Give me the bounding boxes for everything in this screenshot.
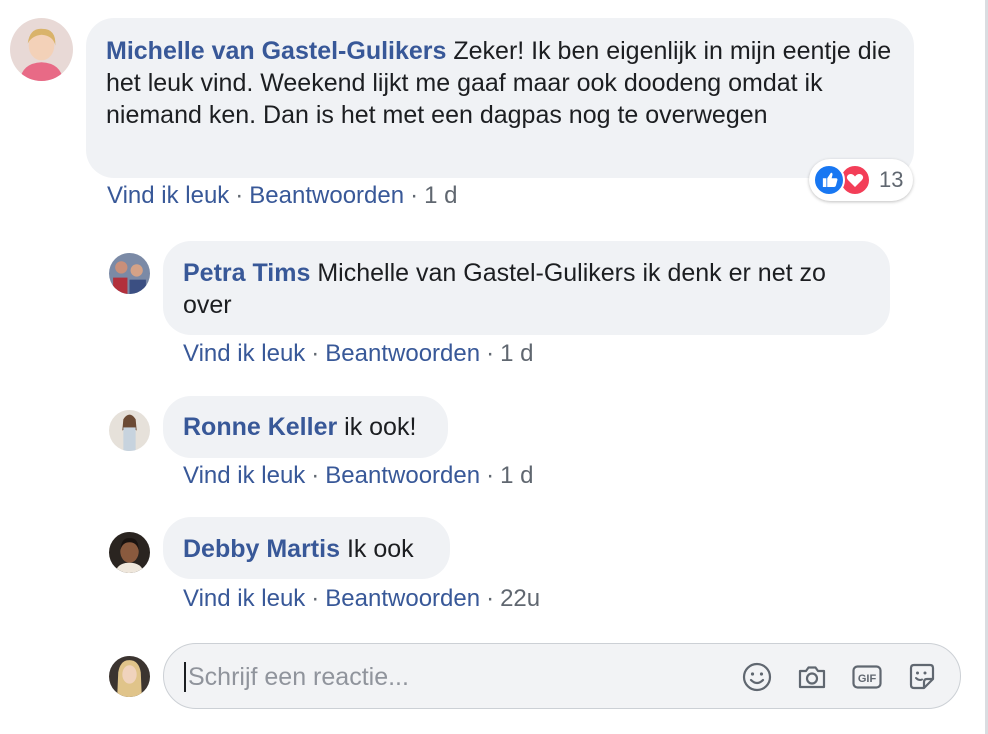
reply-actions: Vind ik leuk · Beantwoorden · 22u [183, 584, 540, 614]
avatar-image [10, 18, 73, 81]
avatar-michelle[interactable] [10, 18, 73, 81]
comment-input[interactable] [186, 654, 730, 700]
comment-timestamp[interactable]: 1 d [424, 182, 457, 209]
avatar-petra[interactable] [109, 253, 150, 294]
camera-icon[interactable] [795, 660, 829, 694]
reply-link[interactable]: Beantwoorden [249, 182, 404, 209]
avatar-image [109, 410, 150, 451]
svg-text:GIF: GIF [858, 673, 877, 685]
avatar-image [109, 532, 150, 573]
reply-link[interactable]: Beantwoorden [325, 340, 480, 367]
like-link[interactable]: Vind ik leuk [183, 585, 305, 612]
separator-dot: · [486, 340, 495, 367]
reply-author[interactable]: Debby Martis [183, 535, 340, 563]
reply-text: ik ook! [344, 413, 417, 441]
reply-actions: Vind ik leuk · Beantwoorden · 1 d [183, 461, 533, 491]
reply-timestamp[interactable]: 1 d [500, 340, 533, 367]
separator-dot: · [311, 585, 320, 612]
separator-dot: · [486, 585, 495, 612]
reply-link[interactable]: Beantwoorden [325, 585, 480, 612]
reply-text: Ik ook [346, 535, 414, 563]
reply-author[interactable]: Ronne Keller [183, 413, 337, 441]
gif-icon[interactable]: GIF [850, 660, 884, 694]
reply-bubble: Debby Martis Ik ook [163, 517, 450, 579]
emoji-icon[interactable] [740, 660, 774, 694]
current-user-avatar[interactable] [109, 656, 150, 697]
comment-composer[interactable]: GIF [163, 643, 961, 709]
avatar-debby[interactable] [109, 532, 150, 573]
separator-dot: · [410, 182, 419, 209]
reply-bubble: Petra Tims Michelle van Gastel-Gulikers … [163, 241, 890, 335]
comment-actions: Vind ik leuk · Beantwoorden · 1 d [107, 181, 457, 211]
avatar-image [109, 253, 150, 294]
comment-bubble: Michelle van Gastel-Gulikers Zeker! Ik b… [86, 18, 914, 178]
reply-bubble: Ronne Keller ik ook! [163, 396, 448, 458]
reply-link[interactable]: Beantwoorden [325, 462, 480, 489]
comment-author[interactable]: Michelle van Gastel-Gulikers [106, 37, 446, 65]
like-link[interactable]: Vind ik leuk [183, 340, 305, 367]
like-link[interactable]: Vind ik leuk [107, 182, 229, 209]
avatar-ronne[interactable] [109, 410, 150, 451]
reaction-summary[interactable]: 13 [809, 159, 913, 201]
separator-dot: · [486, 462, 495, 489]
separator-dot: · [235, 182, 244, 209]
separator-dot: · [311, 462, 320, 489]
separator-dot: · [311, 340, 320, 367]
reply-timestamp[interactable]: 1 d [500, 462, 533, 489]
like-link[interactable]: Vind ik leuk [183, 462, 305, 489]
reaction-count: 13 [879, 167, 904, 192]
reply-author[interactable]: Petra Tims [183, 259, 310, 287]
reply-timestamp[interactable]: 22u [500, 585, 540, 612]
avatar-image [109, 656, 150, 697]
like-icon [813, 164, 845, 196]
reply-actions: Vind ik leuk · Beantwoorden · 1 d [183, 339, 533, 369]
sticker-icon[interactable] [905, 660, 939, 694]
